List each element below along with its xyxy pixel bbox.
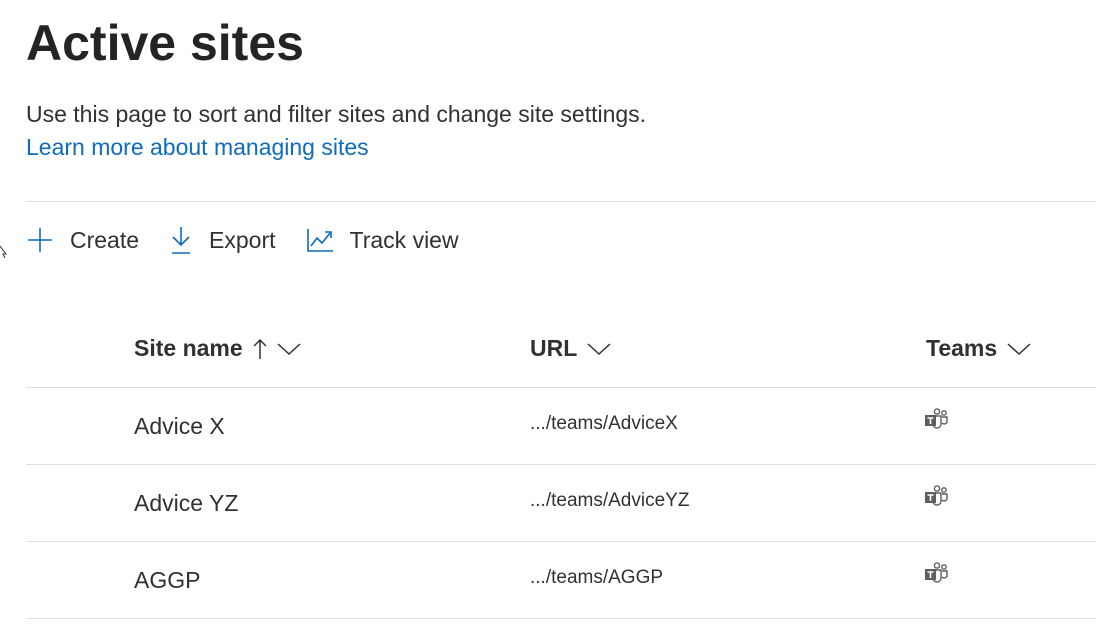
column-header-teams[interactable]: Teams [926, 310, 1031, 387]
column-header-label: Teams [926, 335, 998, 361]
page-description: Use this page to sort and filter sites a… [26, 101, 647, 127]
url-cell: .../teams/AdviceYZ [530, 490, 690, 511]
download-icon [172, 227, 191, 254]
site-name-cell[interactable]: AGGP [134, 542, 200, 618]
chevron-down-icon [1007, 342, 1031, 356]
line-chart-icon [306, 229, 333, 252]
teams-icon [924, 485, 948, 512]
table-row[interactable]: Advice YZ .../teams/AdviceYZ [26, 465, 1096, 542]
chevron-down-icon [277, 342, 301, 356]
create-button[interactable]: Create [26, 226, 139, 254]
column-header-label: URL [530, 335, 578, 361]
teams-icon [924, 408, 948, 435]
learn-more-link[interactable]: Learn more about managing sites [26, 132, 369, 162]
track-view-button[interactable]: Track view [306, 227, 459, 254]
chevron-down-icon [587, 342, 611, 356]
table-row[interactable]: Advice X .../teams/AdviceX [26, 388, 1096, 465]
track-view-label: Track view [349, 226, 459, 253]
site-name-cell[interactable]: Advice YZ [134, 465, 238, 541]
sites-table: Site name URL Teams Advice X .../teams/A… [26, 310, 1096, 619]
page-title: Active sites [26, 15, 304, 71]
column-header-label: Site name [134, 335, 243, 361]
table-row[interactable]: AGGP .../teams/AGGP [26, 542, 1096, 619]
command-bar: Create Export Track view [26, 221, 489, 259]
url-cell: .../teams/AdviceX [530, 413, 678, 434]
table-header: Site name URL Teams [26, 310, 1096, 388]
site-name-cell[interactable]: Advice X [134, 388, 225, 464]
plus-icon [28, 228, 52, 252]
url-cell: .../teams/AGGP [530, 567, 664, 588]
column-header-site-name[interactable]: Site name [134, 310, 301, 387]
column-header-url[interactable]: URL [530, 310, 611, 387]
export-label: Export [209, 226, 276, 253]
create-label: Create [70, 226, 140, 253]
divider [26, 201, 1096, 202]
teams-icon [924, 562, 948, 589]
mouse-cursor-icon [0, 246, 7, 258]
export-button[interactable]: Export [169, 225, 276, 255]
sort-ascending-icon [253, 337, 267, 361]
